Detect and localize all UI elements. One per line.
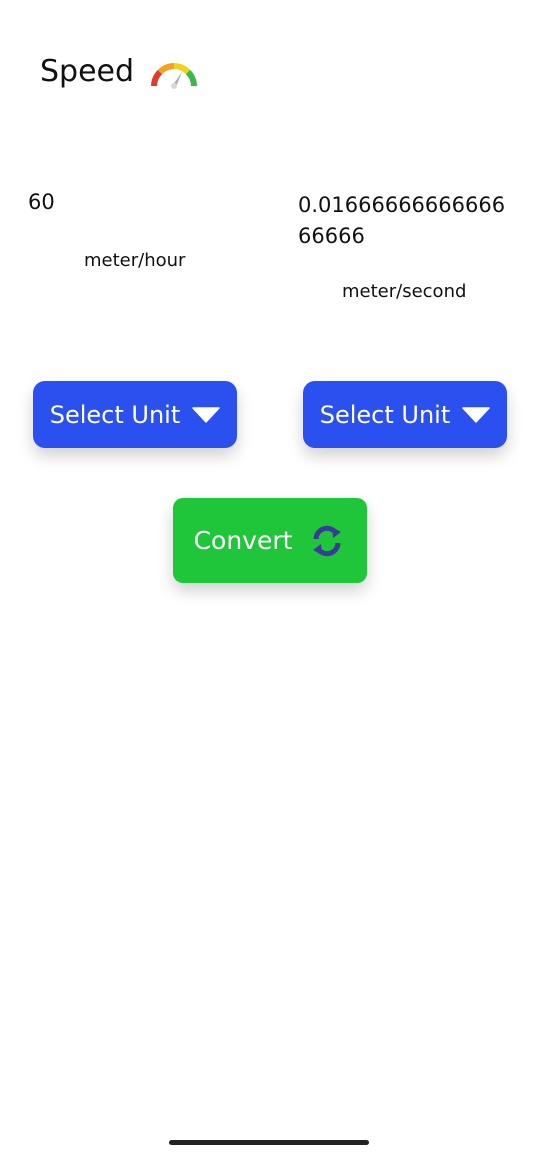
app-screen: Speed 60 meter/hour 0.016666666666666666… (0, 0, 540, 1156)
refresh-icon (313, 525, 342, 556)
caret-down-icon (192, 406, 221, 423)
input-value: 60 (28, 190, 55, 214)
input-unit-label: meter/hour (84, 250, 186, 271)
select-to-unit-label: Select Unit (319, 400, 451, 429)
select-to-unit-button[interactable]: Select Unit (303, 381, 507, 448)
convert-label: Convert (193, 526, 293, 555)
home-indicator[interactable] (169, 1140, 369, 1145)
header: Speed (40, 52, 198, 90)
output-unit-label: meter/second (342, 281, 467, 302)
convert-button[interactable]: Convert (173, 498, 367, 583)
select-from-unit-button[interactable]: Select Unit (33, 381, 237, 448)
caret-down-icon (462, 406, 491, 423)
speedometer-icon (151, 63, 198, 89)
output-value: 0.0166666666666666666 (298, 193, 506, 248)
select-from-unit-label: Select Unit (49, 400, 181, 429)
page-title: Speed (40, 53, 135, 89)
